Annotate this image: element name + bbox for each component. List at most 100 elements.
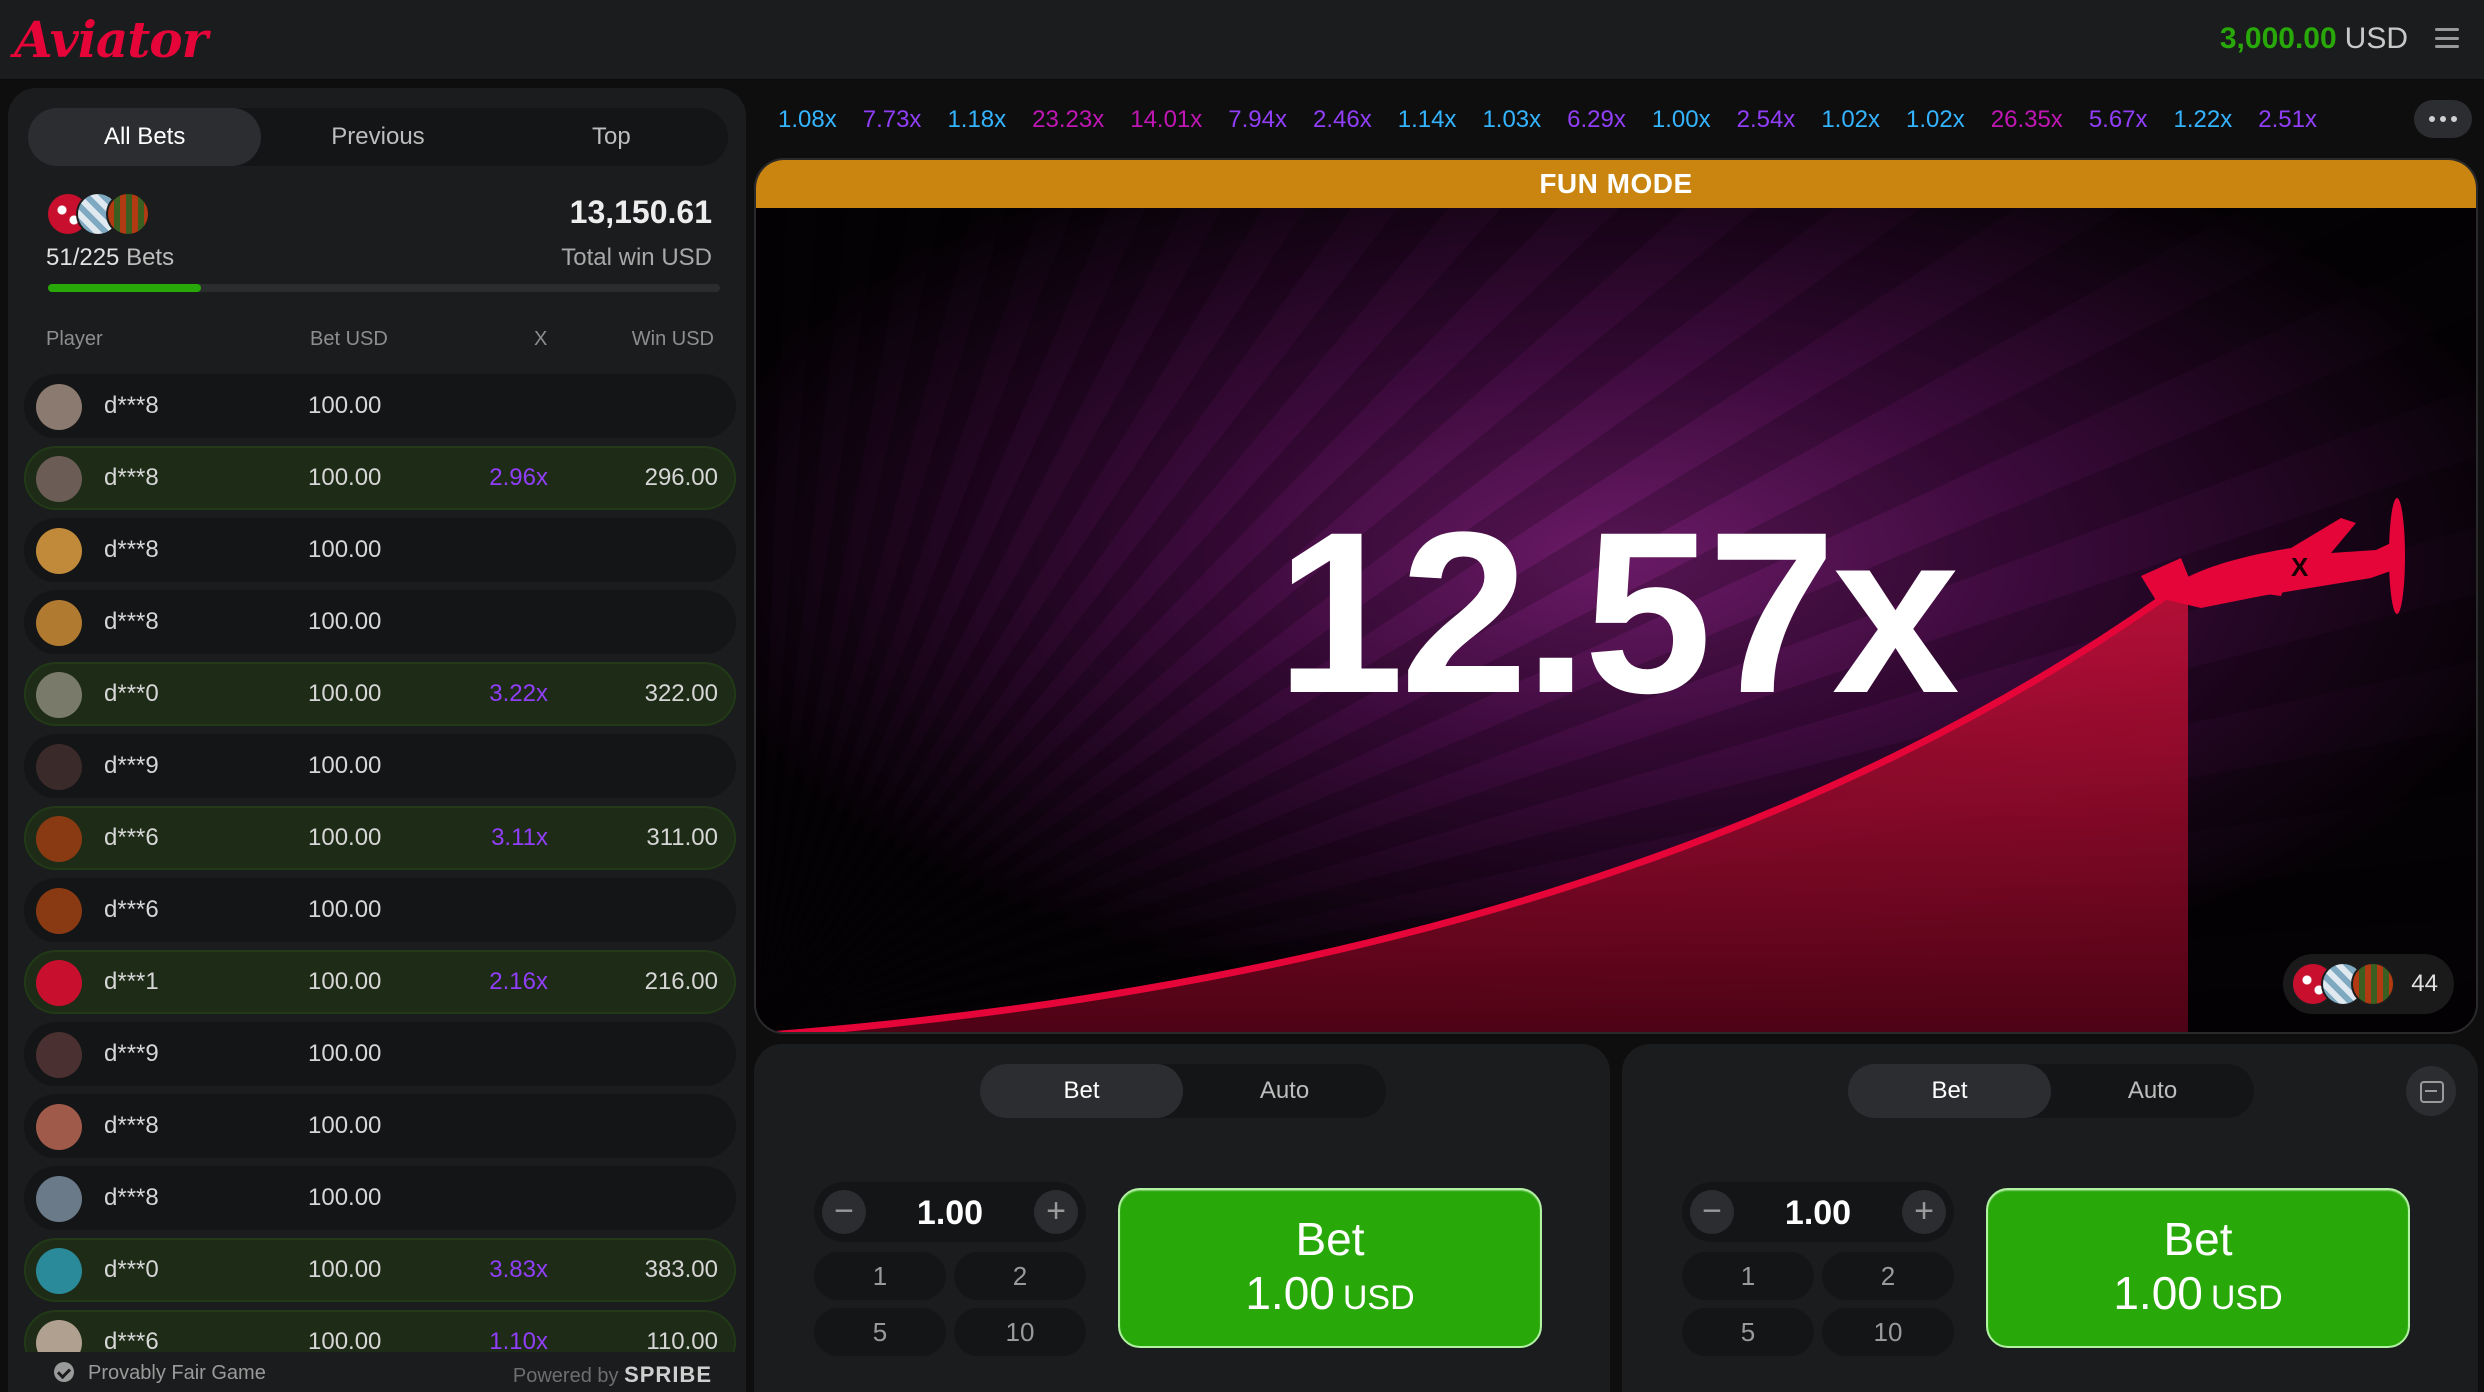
quick-amounts: 1 2 5 10 [1682, 1252, 1954, 1356]
quick-amount-button[interactable]: 1 [814, 1252, 946, 1300]
tab-top[interactable]: Top [495, 108, 728, 166]
player-name: d***9 [104, 1040, 159, 1067]
cashout-multiplier: 2.96x [489, 464, 548, 491]
bets-tabs: All Bets Previous Top [28, 108, 728, 166]
tab-auto[interactable]: Auto [1183, 1064, 1386, 1118]
bet-amount: 100.00 [308, 1184, 382, 1211]
avatar [36, 744, 82, 790]
shield-check-icon [54, 1362, 74, 1382]
total-win-label: Total win USD [561, 244, 712, 271]
history-multiplier[interactable]: 5.67x [2089, 106, 2148, 134]
bets-panel: All Bets Previous Top 51/225 Bets 13,150… [8, 88, 746, 1392]
tab-previous[interactable]: Previous [261, 108, 494, 166]
place-bet-button[interactable]: Bet 1.00 USD [1986, 1188, 2410, 1348]
bet-amount-stepper: − 1.00 + [814, 1182, 1086, 1242]
col-bet: Bet USD [310, 328, 388, 350]
history-multiplier[interactable]: 1.03x [1482, 106, 1541, 134]
bet-button-amount: 1.00 USD [2113, 1266, 2283, 1319]
plus-icon[interactable]: + [1034, 1190, 1078, 1234]
provably-fair-link[interactable]: Provably Fair Game [88, 1362, 266, 1385]
collapse-icon[interactable] [2406, 1066, 2456, 1116]
multiplier-history: 1.08x 7.73x 1.18x 23.23x 14.01x 7.94x 2.46x 1.1… [778, 100, 2418, 140]
history-multiplier[interactable]: 1.08x [778, 106, 837, 134]
bet-amount: 100.00 [308, 392, 382, 419]
quick-amount-button[interactable]: 5 [1682, 1308, 1814, 1356]
table-row: d***8 100.00 [24, 1094, 736, 1158]
col-x: X [534, 328, 548, 350]
bet-button-title: Bet [1295, 1212, 1365, 1265]
menu-icon[interactable] [2432, 24, 2462, 52]
avatar [36, 816, 82, 862]
history-multiplier[interactable]: 2.46x [1313, 106, 1372, 134]
history-multiplier[interactable]: 2.54x [1737, 106, 1796, 134]
bet-amount-stepper: − 1.00 + [1682, 1182, 1954, 1242]
bet-amount: 100.00 [308, 824, 382, 851]
bet-button-title: Bet [2163, 1212, 2233, 1265]
more-dots-icon[interactable] [2414, 100, 2472, 138]
history-multiplier[interactable]: 1.14x [1398, 106, 1457, 134]
history-multiplier[interactable]: 1.02x [1821, 106, 1880, 134]
player-name: d***6 [104, 824, 159, 851]
win-amount: 322.00 [644, 680, 718, 707]
table-row: d***6 100.00 3.11x 311.00 [24, 806, 736, 870]
game-canvas: FUN MODE X 12.57x 44 [754, 158, 2478, 1034]
tab-bet[interactable]: Bet [1848, 1064, 2051, 1118]
table-row: d***6 100.00 [24, 878, 736, 942]
history-multiplier[interactable]: 1.18x [947, 106, 1006, 134]
balance: 3,000.00 USD [2220, 22, 2408, 56]
avatar [36, 456, 82, 502]
tab-bet[interactable]: Bet [980, 1064, 1183, 1118]
total-win-value: 13,150.61 [569, 194, 712, 230]
table-row: d***8 100.00 [24, 590, 736, 654]
history-multiplier[interactable]: 1.22x [2174, 106, 2233, 134]
win-amount: 216.00 [644, 968, 718, 995]
avatar [36, 600, 82, 646]
place-bet-button[interactable]: Bet 1.00 USD [1118, 1188, 1542, 1348]
quick-amount-button[interactable]: 10 [954, 1308, 1086, 1356]
history-multiplier[interactable]: 26.35x [1991, 106, 2063, 134]
player-name: d***0 [104, 680, 159, 707]
history-multiplier[interactable]: 7.94x [1228, 106, 1287, 134]
col-win: Win USD [631, 328, 714, 350]
avatar [106, 192, 150, 236]
history-multiplier[interactable]: 23.23x [1032, 106, 1104, 134]
quick-amount-button[interactable]: 2 [954, 1252, 1086, 1300]
tab-auto[interactable]: Auto [2051, 1064, 2254, 1118]
bet-amount: 100.00 [308, 680, 382, 707]
avatar [36, 1104, 82, 1150]
avatar [36, 888, 82, 934]
players-count: 44 [2411, 970, 2438, 997]
avatar [36, 672, 82, 718]
table-row: d***0 100.00 3.83x 383.00 [24, 1238, 736, 1302]
bet-mode-toggle: Bet Auto [1848, 1064, 2254, 1118]
quick-amount-button[interactable]: 5 [814, 1308, 946, 1356]
avatar [36, 960, 82, 1006]
fun-mode-banner: FUN MODE [756, 160, 2476, 208]
history-multiplier[interactable]: 1.00x [1652, 106, 1711, 134]
quick-amount-button[interactable]: 10 [1822, 1308, 1954, 1356]
history-multiplier[interactable]: 2.51x [2258, 106, 2317, 134]
top-bar: Aviator 3,000.00 USD [0, 0, 2484, 80]
player-name: d***8 [104, 1184, 159, 1211]
balance-currency: USD [2344, 22, 2408, 55]
history-multiplier[interactable]: 6.29x [1567, 106, 1626, 134]
col-player: Player [46, 328, 103, 350]
win-amount: 311.00 [646, 824, 718, 851]
bet-panel-2: Bet Auto − 1.00 + 1 2 5 10 Bet 1.00 USD [1622, 1044, 2478, 1392]
quick-amounts: 1 2 5 10 [814, 1252, 1086, 1356]
history-multiplier[interactable]: 1.02x [1906, 106, 1965, 134]
table-row: d***8 100.00 [24, 518, 736, 582]
player-name: d***8 [104, 1112, 159, 1139]
history-multiplier[interactable]: 14.01x [1130, 106, 1202, 134]
bets-count: 51/225 Bets [46, 244, 175, 271]
quick-amount-button[interactable]: 2 [1822, 1252, 1954, 1300]
bet-amount: 100.00 [308, 752, 382, 779]
bet-amount: 100.00 [308, 608, 382, 635]
avatar [36, 1248, 82, 1294]
history-multiplier[interactable]: 7.73x [863, 106, 922, 134]
quick-amount-button[interactable]: 1 [1682, 1252, 1814, 1300]
plus-icon[interactable]: + [1902, 1190, 1946, 1234]
player-name: d***8 [104, 608, 159, 635]
table-row: d***9 100.00 [24, 734, 736, 798]
tab-all-bets[interactable]: All Bets [28, 108, 262, 166]
